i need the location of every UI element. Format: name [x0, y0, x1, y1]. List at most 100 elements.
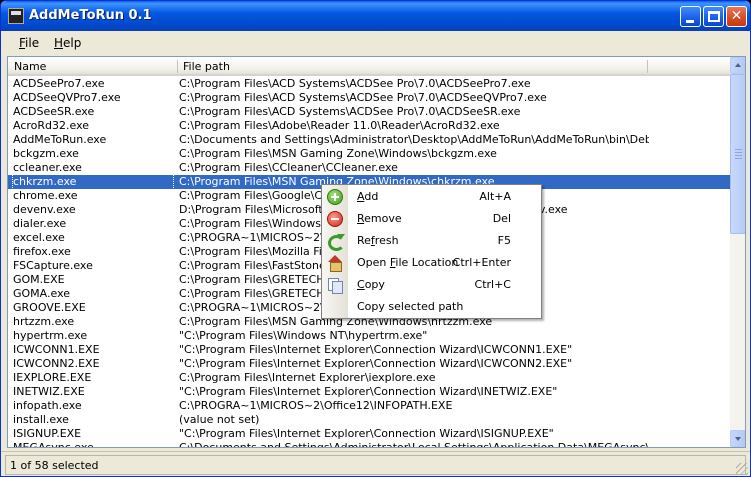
menu-item-remove[interactable]: Remove Del	[322, 208, 541, 230]
row-name: ccleaner.exe	[13, 161, 82, 174]
thumb-grip	[735, 149, 742, 150]
row-path: C:\Program Files\MSN Gaming Zone\Windows…	[179, 147, 497, 160]
row-path: C:\Program Files\CCleaner\CCleaner.exe	[179, 161, 398, 174]
menu-item-shortcut: Del	[492, 212, 511, 225]
row-name: firefox.exe	[13, 245, 71, 258]
table-row[interactable]: ICWCONN2.EXE "C:\Program Files\Internet E…	[8, 357, 730, 371]
row-path: C:\Program Files\Adobe\Reader 11.0\Reade…	[179, 119, 500, 132]
table-row[interactable]: AcroRd32.exe C:\Program Files\Adobe\Reade…	[8, 119, 730, 133]
minimize-icon	[686, 20, 694, 23]
remove-icon	[327, 211, 343, 227]
row-name: ACDSeeQVPro7.exe	[13, 91, 121, 104]
row-name: GOMA.exe	[13, 287, 71, 300]
scroll-up-button[interactable]	[730, 57, 745, 74]
row-path: (value not set)	[179, 413, 260, 426]
window-title: AddMeToRun 0.1	[29, 8, 152, 23]
row-name: ACDSeePro7.exe	[13, 77, 105, 90]
column-header-path[interactable]: File path	[183, 60, 230, 73]
column-divider[interactable]	[647, 60, 648, 73]
maximize-icon	[708, 11, 720, 22]
scroll-thumb[interactable]	[730, 74, 745, 234]
menu-item-label: Open File Location	[357, 256, 459, 269]
row-name: install.exe	[13, 413, 69, 426]
status-text: 1 of 58 selected	[10, 459, 99, 472]
table-row[interactable]: install.exe (value not set)	[8, 413, 730, 427]
table-row[interactable]: IEXPLORE.EXE C:\Program Files\Internet Ex…	[8, 371, 730, 385]
menu-help-mnemonic: H	[54, 36, 64, 50]
row-name: ICWCONN1.EXE	[13, 343, 100, 356]
row-name: GOM.EXE	[13, 273, 65, 286]
row-path: C:\Program Files\ACD Systems\ACDSee Pro\…	[179, 77, 531, 90]
resize-grip[interactable]	[736, 463, 748, 475]
menu-item-copy[interactable]: Copy Ctrl+C	[322, 274, 541, 296]
menu-item-label: Add	[357, 190, 379, 203]
menu-item-open-file-location[interactable]: Open File Location Ctrl+Enter	[322, 252, 541, 274]
table-row[interactable]: ACDSeePro7.exe C:\Program Files\ACD Syste…	[8, 77, 730, 91]
row-name: bckgzm.exe	[13, 147, 79, 160]
row-name: chkrzm.exe	[12, 174, 174, 190]
table-row[interactable]: ISIGNUP.EXE "C:\Program Files\Internet Ex…	[8, 427, 730, 441]
row-name: excel.exe	[13, 231, 65, 244]
row-name: IEXPLORE.EXE	[13, 371, 92, 384]
menu-item-refresh[interactable]: Refresh F5	[322, 230, 541, 252]
status-panel: 1 of 58 selected	[5, 455, 746, 475]
minimize-button[interactable]	[680, 6, 701, 27]
menu-file[interactable]: File	[19, 36, 39, 50]
scroll-down-button[interactable]	[730, 430, 745, 447]
menu-item-add[interactable]: Add Alt+A	[322, 186, 541, 208]
table-row[interactable]: infopath.exe C:\PROGRA~1\MICROS~2\Office1…	[8, 399, 730, 413]
row-name: hypertrm.exe	[13, 329, 88, 342]
menu-item-label: Copy	[357, 278, 385, 291]
row-path: C:\Documents and Settings\Administrator\…	[179, 441, 649, 448]
row-path: C:\Program Files\ACD Systems\ACDSee Pro\…	[179, 105, 521, 118]
table-row[interactable]: MEGAsync.exe C:\Documents and Settings\Ad…	[8, 441, 730, 448]
row-path: C:\Program Files\ACD Systems\ACDSee Pro\…	[179, 91, 547, 104]
row-path: "C:\Program Files\Internet Explorer\Conn…	[179, 357, 573, 370]
row-name: FSCapture.exe	[13, 259, 93, 272]
row-name: GROOVE.EXE	[13, 301, 86, 314]
table-row[interactable]: INETWIZ.EXE "C:\Program Files\Internet Ex…	[8, 385, 730, 399]
refresh-icon	[327, 233, 345, 251]
table-row[interactable]: ccleaner.exe C:\Program Files\CCleaner\CC…	[8, 161, 730, 175]
table-row[interactable]: ACDSeeQVPro7.exe C:\Program Files\ACD Sys…	[8, 91, 730, 105]
status-bar: 1 of 58 selected	[1, 451, 750, 476]
table-row[interactable]: ICWCONN1.EXE "C:\Program Files\Internet E…	[8, 343, 730, 357]
menu-bar: File Help	[1, 31, 750, 55]
close-button[interactable]: ✕	[726, 6, 747, 27]
menu-item-label: Remove	[357, 212, 402, 225]
context-menu: Add Alt+A Remove Del Refresh F5 Open File Loca…	[321, 184, 542, 319]
row-name: infopath.exe	[13, 399, 82, 412]
menu-item-shortcut: Alt+A	[479, 190, 511, 203]
column-divider[interactable]	[177, 60, 178, 73]
menu-item-shortcut: Ctrl+Enter	[452, 256, 511, 269]
column-header-name[interactable]: Name	[14, 60, 46, 73]
title-bar[interactable]: AddMeToRun 0.1 ✕	[1, 1, 750, 31]
menu-item-copy-selected-path[interactable]: Copy selected path	[322, 296, 541, 318]
row-path: "C:\Program Files\Internet Explorer\Conn…	[179, 343, 573, 356]
app-icon[interactable]	[8, 8, 24, 24]
menu-help-label: elp	[63, 36, 82, 50]
thumb-grip	[735, 155, 742, 156]
row-path: C:\PROGRA~1\MICROS~2\Office12\INFOPATH.E…	[179, 399, 453, 412]
row-name: chrome.exe	[13, 189, 78, 202]
row-name: dialer.exe	[13, 217, 67, 230]
table-row[interactable]: bckgzm.exe C:\Program Files\MSN Gaming Zo…	[8, 147, 730, 161]
maximize-button[interactable]	[703, 6, 724, 27]
menu-help[interactable]: Help	[54, 36, 81, 50]
table-row[interactable]: AddMeToRun.exe C:\Documents and Settings\…	[8, 133, 730, 147]
add-icon	[327, 189, 343, 205]
row-name: AcroRd32.exe	[13, 119, 90, 132]
menu-item-label: Refresh	[357, 234, 399, 247]
menu-item-label: Copy selected path	[357, 300, 464, 313]
row-path: "C:\Program Files\Windows NT\hypertrm.ex…	[179, 329, 428, 342]
table-row[interactable]: ACDSeeSR.exe C:\Program Files\ACD Systems…	[8, 105, 730, 119]
row-name: ICWCONN2.EXE	[13, 357, 100, 370]
row-name: ACDSeeSR.exe	[13, 105, 95, 118]
vertical-scrollbar[interactable]	[730, 57, 745, 447]
table-row[interactable]: hypertrm.exe "C:\Program Files\Windows NT…	[8, 329, 730, 343]
menu-item-shortcut: F5	[497, 234, 511, 247]
copy-icon	[327, 277, 343, 294]
row-path: "C:\Program Files\Internet Explorer\Conn…	[179, 385, 558, 398]
row-name: devenv.exe	[13, 203, 76, 216]
row-name: INETWIZ.EXE	[13, 385, 85, 398]
